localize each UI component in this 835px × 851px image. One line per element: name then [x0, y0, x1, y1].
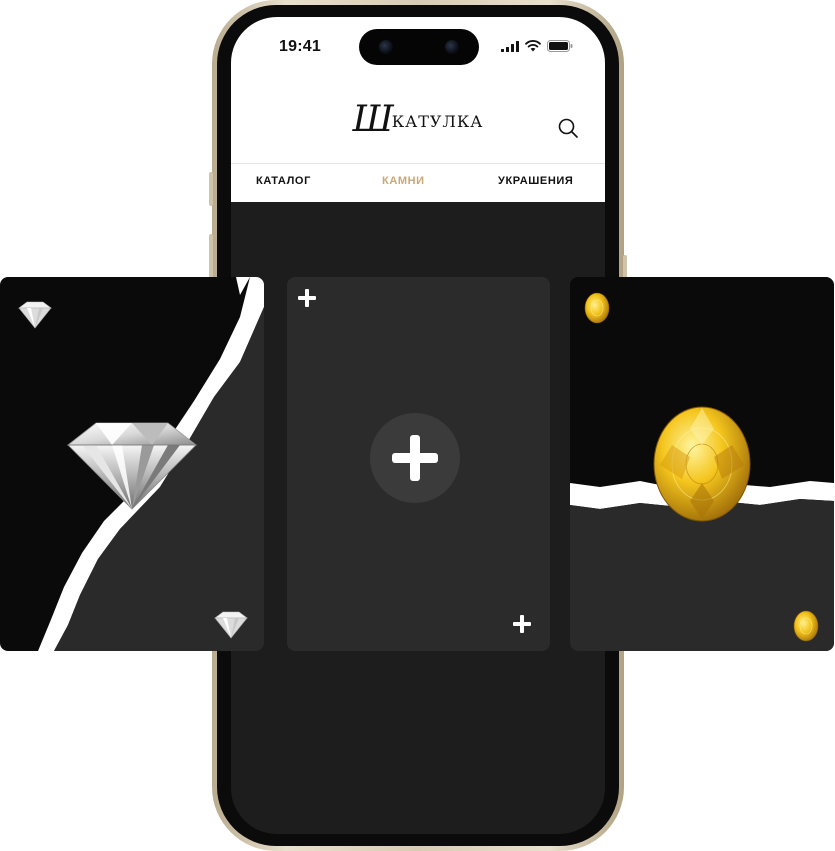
nav-divider: [231, 163, 605, 164]
camera-icon: [379, 40, 393, 54]
diamond-gem-image: [66, 422, 198, 510]
diamond-icon: [214, 611, 248, 639]
yellow-gem-image: [653, 406, 751, 522]
plus-icon: [392, 435, 438, 481]
tab-jewelry[interactable]: УКРАШЕНИЯ: [498, 175, 573, 187]
status-time: 19:41: [279, 38, 321, 55]
power-button: [623, 255, 627, 279]
add-card[interactable]: [287, 277, 550, 651]
diamond-card[interactable]: [0, 277, 264, 651]
tab-stones[interactable]: КАМНИ: [382, 175, 425, 187]
add-button[interactable]: [370, 413, 460, 503]
brand-logo-initial: Ш: [352, 99, 394, 140]
yellow-gem-icon: [584, 292, 610, 324]
dynamic-island: [359, 29, 479, 65]
category-nav: КАТАЛОГ КАМНИ УКРАШЕНИЯ: [231, 175, 605, 193]
search-icon[interactable]: [557, 117, 579, 139]
battery-icon: [547, 40, 573, 52]
sensor-icon: [445, 40, 459, 54]
wifi-icon: [525, 40, 541, 52]
plus-icon: [513, 615, 531, 633]
cellular-signal-icon: [501, 40, 519, 52]
status-icons: [501, 40, 573, 52]
app-header: 19:41 ШКАТУЛКА КАТАЛОГ КАМНИ УКРАШЕНИЯ: [231, 17, 605, 202]
yellow-gem-card[interactable]: [570, 277, 834, 651]
brand-logo-text: КАТУЛКА: [391, 112, 484, 131]
tab-catalog[interactable]: КАТАЛОГ: [256, 175, 311, 187]
brand-logo[interactable]: ШКАТУЛКА: [231, 99, 605, 140]
yellow-gem-icon: [793, 610, 819, 642]
silent-switch: [209, 172, 213, 206]
diamond-icon: [18, 301, 52, 329]
plus-icon: [298, 289, 316, 307]
